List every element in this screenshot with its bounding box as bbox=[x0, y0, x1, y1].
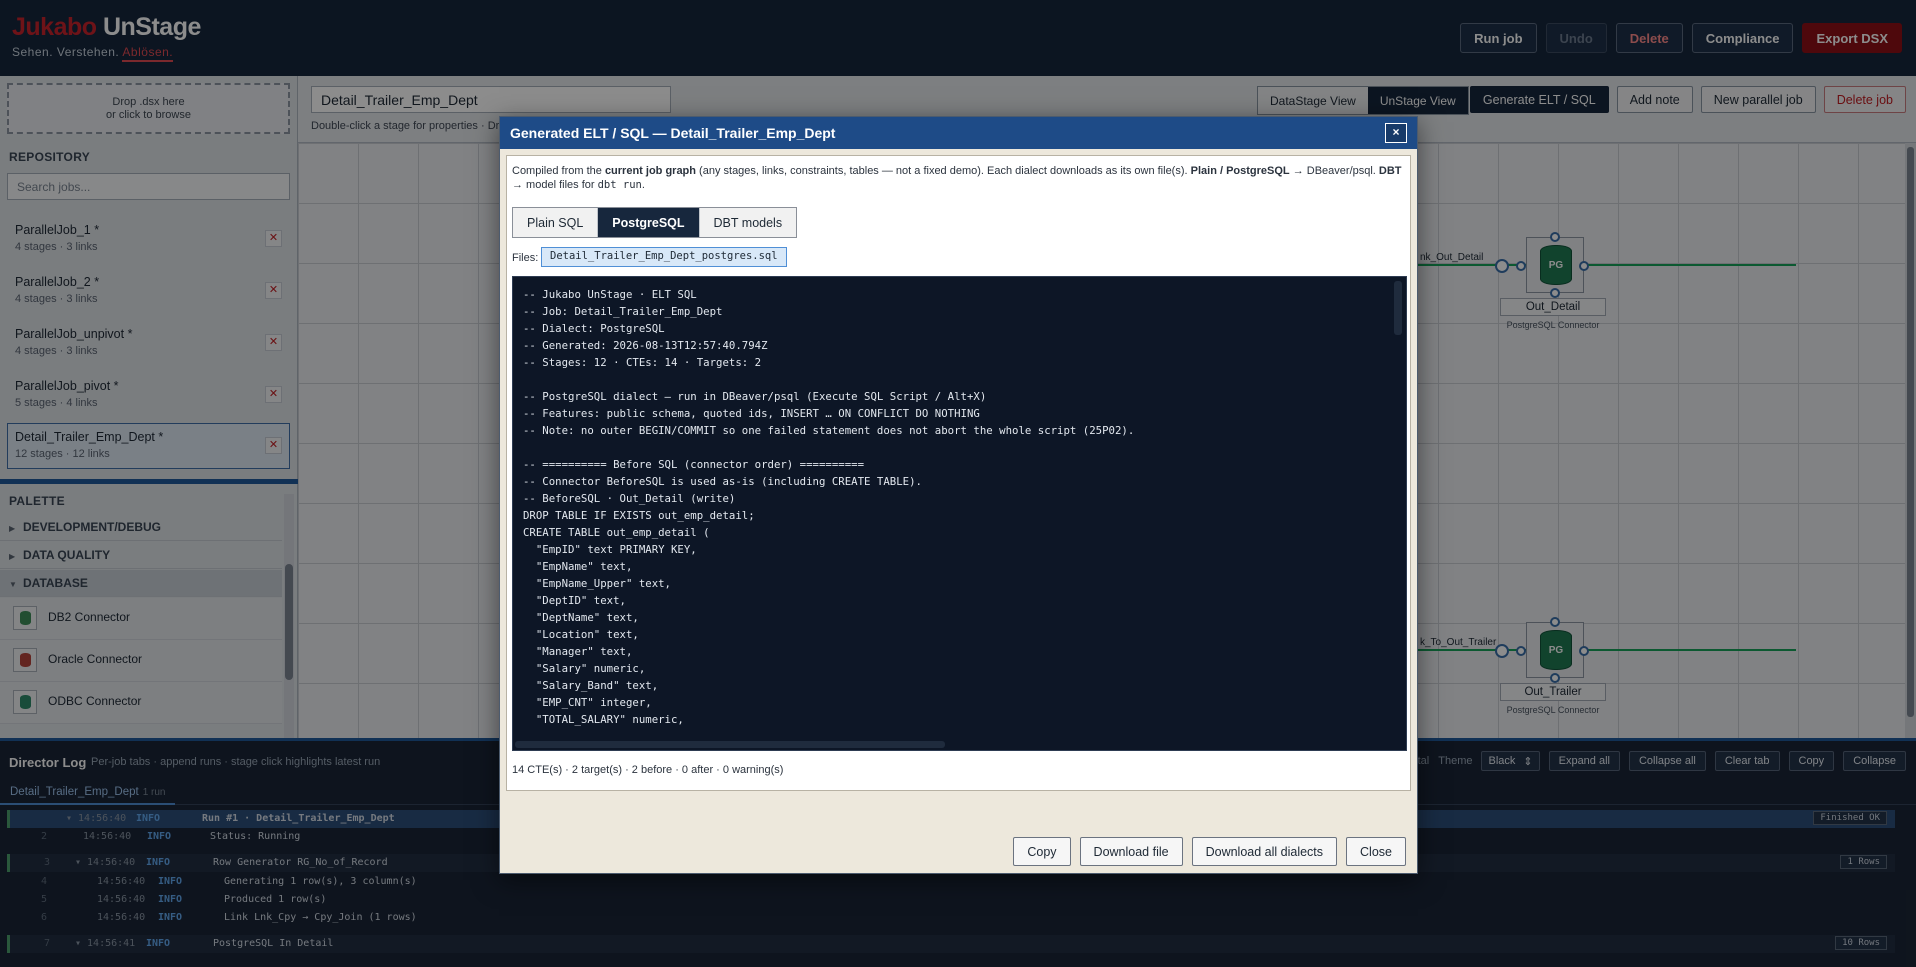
intro-text: → DBeaver/psql. bbox=[1289, 165, 1379, 177]
dialog-title-bar: Generated ELT / SQL — Detail_Trailer_Emp… bbox=[500, 117, 1417, 149]
dialog-body: Compiled from the current job graph (any… bbox=[506, 155, 1411, 791]
close-icon[interactable]: × bbox=[1385, 123, 1407, 143]
tab-dbt-models[interactable]: DBT models bbox=[699, 208, 797, 237]
code-horizontal-scrollbar[interactable] bbox=[515, 741, 945, 748]
intro-text: → model files for bbox=[512, 179, 598, 191]
code-vertical-scrollbar[interactable] bbox=[1394, 281, 1402, 335]
intro-text: Compiled from the bbox=[512, 165, 605, 177]
tab-postgresql[interactable]: PostgreSQL bbox=[598, 208, 700, 237]
intro-text: . bbox=[641, 179, 645, 191]
intro-code: dbt run bbox=[597, 179, 642, 191]
intro-text: (any stages, links, constraints, tables … bbox=[696, 165, 1191, 177]
intro-emphasis: current job graph bbox=[604, 165, 696, 177]
intro-emphasis: Plain / PostgreSQL bbox=[1190, 165, 1290, 177]
file-chip[interactable]: Detail_Trailer_Emp_Dept_postgres.sql bbox=[541, 247, 787, 267]
tab-plain-sql[interactable]: Plain SQL bbox=[513, 208, 599, 237]
dialect-tabs: Plain SQL PostgreSQL DBT models bbox=[512, 207, 798, 238]
download-file-button[interactable]: Download file bbox=[1079, 837, 1183, 866]
dialog-title: Generated ELT / SQL — Detail_Trailer_Emp… bbox=[510, 125, 836, 141]
close-button[interactable]: Close bbox=[1346, 837, 1406, 866]
sql-code: -- Jukabo UnStage · ELT SQL -- Job: Deta… bbox=[523, 288, 1135, 726]
compile-stats: 14 CTE(s) · 2 target(s) · 2 before · 0 a… bbox=[512, 764, 784, 776]
files-label: Files: bbox=[512, 252, 539, 264]
sql-code-view[interactable]: -- Jukabo UnStage · ELT SQL -- Job: Deta… bbox=[512, 276, 1407, 751]
intro-emphasis: DBT bbox=[1378, 165, 1402, 177]
copy-button[interactable]: Copy bbox=[1013, 837, 1071, 866]
generated-sql-dialog: Generated ELT / SQL — Detail_Trailer_Emp… bbox=[499, 116, 1418, 874]
download-all-dialects-button[interactable]: Download all dialects bbox=[1191, 837, 1338, 866]
dialog-intro: Compiled from the current job graph (any… bbox=[512, 164, 1402, 192]
dialog-footer: Copy Download file Download all dialects… bbox=[1013, 837, 1406, 866]
